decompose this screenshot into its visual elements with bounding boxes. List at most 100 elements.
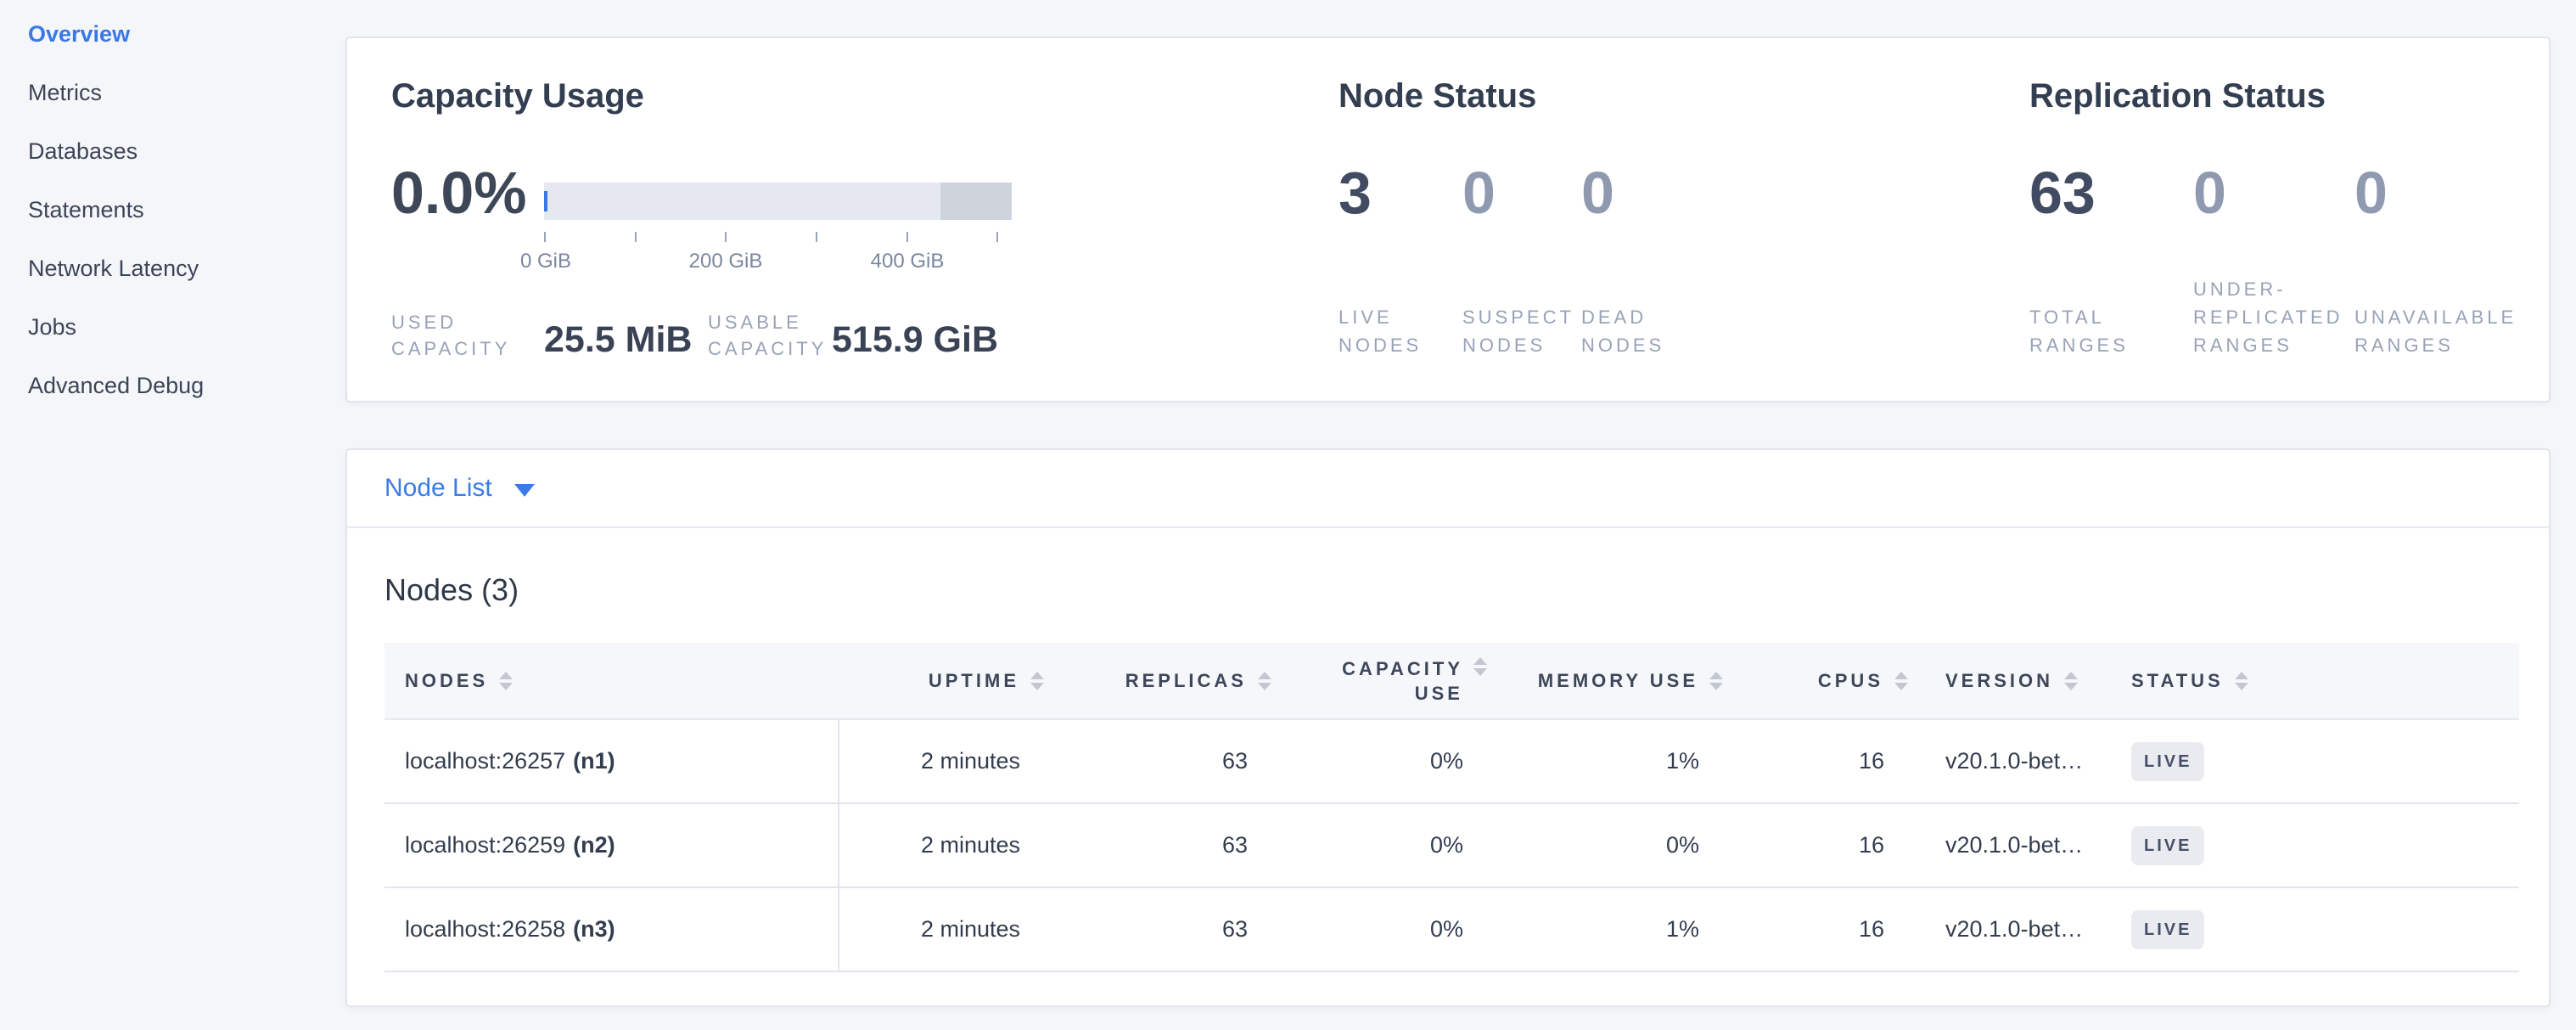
sort-icon [1473,657,1487,676]
node-status-title: Node Status [1339,76,1536,116]
cell-cpus: 16 [1723,888,1908,971]
axis-tick [906,232,908,242]
suspect-nodes-label: SUSPECT NODES [1462,303,1574,359]
cell-replicas: 63 [1044,804,1271,886]
axis-tick [544,232,546,242]
node-status-panel: Node Status 3 LIVE NODES 0 SUSPECT NODES… [1339,38,2018,401]
under-replicated-ranges-count: 0 [2193,158,2226,228]
dead-nodes-label: DEAD NODES [1581,303,1664,359]
table-row[interactable]: localhost:26259 (n2) 2 minutes 63 0% 0% … [384,804,2519,888]
cell-uptime: 2 minutes [838,720,1044,802]
live-nodes-label: LIVE NODES [1339,303,1422,359]
col-header-uptime[interactable]: UPTIME [838,643,1044,718]
suspect-nodes-count: 0 [1462,158,1496,228]
nodes-table-body: localhost:26257 (n1) 2 minutes 63 0% 1% … [384,720,2519,972]
status-badge: LIVE [2131,826,2204,865]
cell-capacity-use: 0% [1271,720,1487,802]
status-badge: LIVE [2131,742,2204,781]
sort-icon [1709,672,1723,690]
live-nodes-count: 3 [1339,158,1372,228]
cell-capacity-use: 0% [1271,804,1487,886]
sort-icon [1030,672,1044,690]
col-header-capacity-use[interactable]: CAPACITY USE [1271,643,1487,718]
node-list-toolbar: Node List [347,450,2549,528]
capacity-used-percent: 0.0% [391,158,527,228]
cell-status: LIVE [2128,720,2519,802]
cell-replicas: 63 [1044,720,1271,802]
cell-replicas: 63 [1044,888,1271,971]
col-header-nodes[interactable]: NODES [384,643,838,718]
capacity-bar-used-marker [544,191,547,211]
axis-tick-label: 200 GiB [689,250,763,273]
status-badge: LIVE [2131,910,2204,949]
cell-node[interactable]: localhost:26257 (n1) [384,720,838,802]
cell-version: v20.1.0-bet… [1908,888,2128,971]
node-list-dropdown[interactable]: Node List [384,474,535,503]
cell-capacity-use: 0% [1271,888,1487,971]
used-capacity-value: 25.5 MiB [544,318,692,361]
sort-icon [1258,672,1271,690]
axis-tick [996,232,998,242]
sidebar-item-databases[interactable]: Databases [0,122,345,181]
cell-status: LIVE [2128,888,2519,971]
axis-tick [816,232,817,242]
nodes-table: NODES UPTIME REPLICAS CAPACITY USE MEMOR… [384,643,2519,972]
used-capacity-label: USED CAPACITY [391,309,510,362]
chevron-down-icon [514,484,535,497]
cell-version: v20.1.0-bet… [1908,720,2128,802]
cell-uptime: 2 minutes [838,888,1044,971]
col-header-version[interactable]: VERSION [1908,643,2128,718]
total-ranges-count: 63 [2029,158,2096,228]
cell-uptime: 2 minutes [838,804,1044,886]
col-header-memory-use[interactable]: MEMORY USE [1487,643,1723,718]
capacity-bar-reserved-segment [940,183,1012,220]
under-replicated-ranges-label: UNDER- REPLICATED RANGES [2193,275,2343,359]
nodes-table-header: NODES UPTIME REPLICAS CAPACITY USE MEMOR… [384,643,2519,720]
sort-icon [1894,672,1908,690]
table-row[interactable]: localhost:26257 (n1) 2 minutes 63 0% 1% … [384,720,2519,804]
col-header-cpus[interactable]: CPUS [1723,643,1908,718]
sidebar-item-jobs[interactable]: Jobs [0,298,345,357]
sort-icon [2064,672,2078,690]
axis-tick [725,232,727,242]
capacity-usage-meter: 0 GiB 200 GiB 400 GiB [544,183,1012,220]
axis-tick-label: 0 GiB [520,250,571,273]
sort-icon [2235,672,2248,690]
nodes-heading: Nodes (3) [384,572,519,608]
cell-cpus: 16 [1723,720,1908,802]
capacity-usage-title: Capacity Usage [391,76,644,116]
cell-version: v20.1.0-bet… [1908,804,2128,886]
cell-node[interactable]: localhost:26258 (n3) [384,888,838,971]
capacity-usage-panel: Capacity Usage 0.0% 0 GiB 200 GiB 400 Gi… [391,38,1333,401]
column-divider [838,720,839,972]
cell-status: LIVE [2128,804,2519,886]
usable-capacity-value: 515.9 GiB [832,318,998,361]
sidebar-item-network-latency[interactable]: Network Latency [0,239,345,298]
unavailable-ranges-count: 0 [2354,158,2388,228]
dead-nodes-count: 0 [1581,158,1614,228]
cell-cpus: 16 [1723,804,1908,886]
usable-capacity-label: USABLE CAPACITY [708,309,827,362]
sidebar-item-advanced-debug[interactable]: Advanced Debug [0,357,345,415]
col-header-replicas[interactable]: REPLICAS [1044,643,1271,718]
cluster-summary-card: Capacity Usage 0.0% 0 GiB 200 GiB 400 Gi… [345,37,2551,402]
sort-icon [499,672,513,690]
cell-node[interactable]: localhost:26259 (n2) [384,804,838,886]
table-row[interactable]: localhost:26258 (n3) 2 minutes 63 0% 1% … [384,888,2519,972]
sidebar-item-metrics[interactable]: Metrics [0,64,345,122]
sidebar-item-overview[interactable]: Overview [0,5,345,64]
axis-tick [635,232,637,242]
replication-status-title: Replication Status [2029,76,2326,116]
replication-status-panel: Replication Status 63 TOTAL RANGES 0 UND… [2029,38,2547,401]
col-header-status[interactable]: STATUS [2128,643,2519,718]
node-list-card: Node List Nodes (3) NODES UPTIME REPLICA… [345,448,2551,1007]
total-ranges-label: TOTAL RANGES [2029,303,2129,359]
axis-tick-label: 400 GiB [871,250,945,273]
sidebar: Overview Metrics Databases Statements Ne… [0,0,345,1030]
unavailable-ranges-label: UNAVAILABLE RANGES [2354,303,2517,359]
cell-memory-use: 0% [1487,804,1723,886]
sidebar-item-statements[interactable]: Statements [0,181,345,239]
cell-memory-use: 1% [1487,888,1723,971]
node-list-dropdown-label: Node List [384,474,492,503]
cell-memory-use: 1% [1487,720,1723,802]
